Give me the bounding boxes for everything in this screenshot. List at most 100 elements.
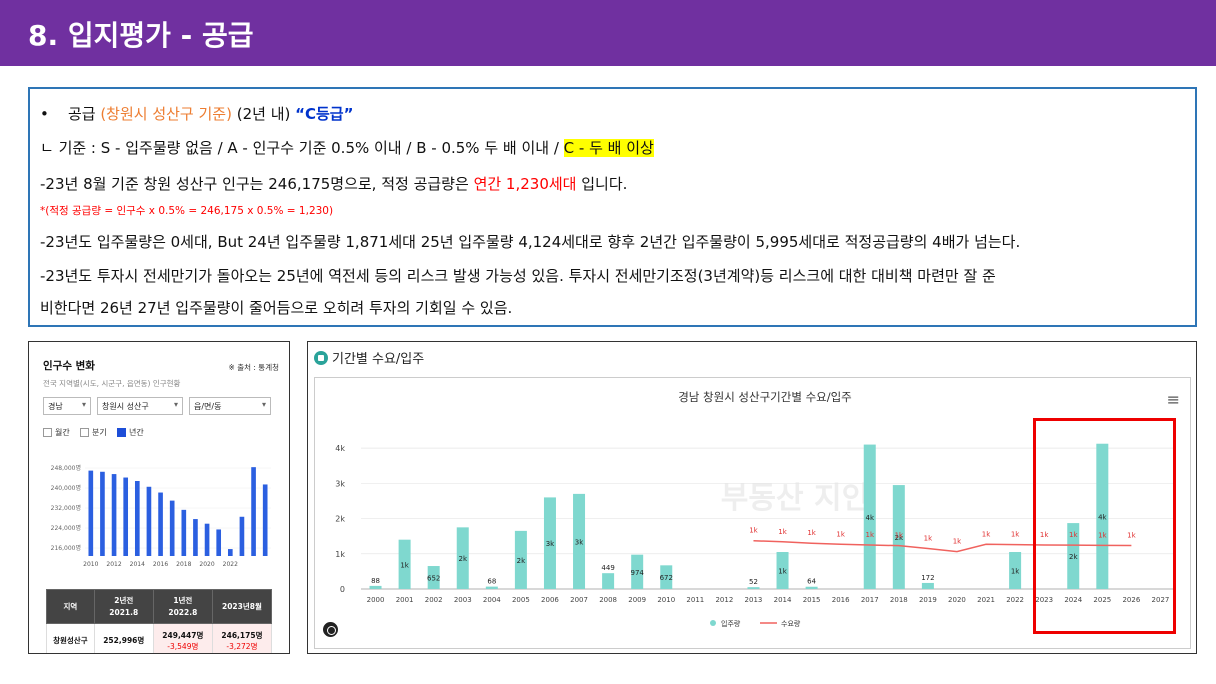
source-note: ※ 출처 : 통계청 <box>228 363 279 372</box>
bar-data-label: 1k <box>1011 568 1020 576</box>
bar-data-label: 974 <box>630 569 644 577</box>
watermark: 부동산 지인 <box>721 481 869 516</box>
chevron-down-icon: ▾ <box>173 400 178 409</box>
x-tick-label: 2022 <box>223 561 238 568</box>
x-tick-label: 2025 <box>1093 596 1111 604</box>
x-tick-label: 2009 <box>628 596 646 604</box>
x-tick-label: 2016 <box>832 596 850 604</box>
line-data-label: 1k <box>836 530 845 538</box>
line-data-label: 1k <box>749 527 758 535</box>
col-1y: 1년전 2022.8 <box>152 589 213 624</box>
summary-line-6: -23년도 투자시 전세만기가 돌아오는 25년에 역전세 등의 리스크 발생 … <box>40 267 996 285</box>
region-basis: (창원시 성산구 기준) <box>100 105 232 123</box>
bar-data-label: 652 <box>427 575 440 583</box>
legend-label[interactable]: 수요량 <box>781 620 801 628</box>
population-bar <box>134 481 140 556</box>
x-tick-label: 2020 <box>948 596 966 604</box>
monthly-label: 월간 <box>55 428 70 437</box>
x-tick-label: 2014 <box>774 596 792 604</box>
population-bar <box>123 477 129 556</box>
line-data-label: 1k <box>1098 531 1107 539</box>
x-tick-label: 2015 <box>803 596 821 604</box>
population-bar <box>111 474 117 556</box>
x-tick-label: 2012 <box>106 561 121 568</box>
cell-2y: 252,996명 <box>93 623 154 653</box>
home-icon <box>314 350 328 365</box>
page-title: 8. 입지평가 - 공급 <box>28 19 254 52</box>
x-tick-label: 2022 <box>1006 596 1024 604</box>
dong-select[interactable]: 읍/면/동 ▾ <box>189 397 271 415</box>
checkbox-icon <box>43 428 52 437</box>
x-tick-label: 2027 <box>1152 596 1170 604</box>
checkbox-checked-icon <box>117 428 126 437</box>
col-region: 지역 <box>46 589 95 624</box>
district-select-value: 창원시 성산구 <box>102 402 149 411</box>
y-tick-label: 2k <box>335 515 345 524</box>
supply-panel: 기간별 수요/입주 ≡ 경남 창원시 성산구기간별 수요/입주 부동산 지인 4k 3… <box>307 341 1197 654</box>
bar-data-label: 68 <box>487 578 496 586</box>
province-select-value: 경남 <box>48 402 63 411</box>
bullet: • <box>40 105 49 123</box>
checkbox-icon <box>80 428 89 437</box>
population-bar <box>227 549 233 556</box>
bar-data-label: 2k <box>458 555 467 563</box>
x-tick-label: 2011 <box>686 596 704 604</box>
bar-data-label: 52 <box>749 578 758 586</box>
chart-title: 경남 창원시 성산구기간별 수요/입주 <box>678 390 852 404</box>
bar-data-label: 1k <box>400 561 409 569</box>
population-chart: 248,000명 240,000명 232,000명 224,000명 216,000명… <box>51 464 271 568</box>
supply-bar <box>921 582 934 589</box>
x-tick-label: 2001 <box>396 596 414 604</box>
supply-label: 공급 <box>67 105 101 123</box>
summary-line-3: -23년 8월 기준 창원 성산구 인구는 246,175명으로, 적정 공급량… <box>40 173 627 194</box>
bar-data-label: 172 <box>921 574 934 582</box>
x-tick-label: 2010 <box>83 561 98 568</box>
cell-current: 246,175명 -3,272명 <box>211 623 273 653</box>
district-select[interactable]: 창원시 성산구 ▾ <box>97 397 183 415</box>
hamburger-menu-icon[interactable]: ≡ <box>1167 390 1180 409</box>
x-tick-label: 2019 <box>919 596 937 604</box>
legend-marker <box>710 620 716 626</box>
period-note: (2년 내) <box>231 105 296 123</box>
monthly-checkbox[interactable]: 월간 <box>43 427 70 438</box>
province-select[interactable]: 경남 ▾ <box>43 397 91 415</box>
population-bar <box>158 492 163 556</box>
bar-data-label: 4k <box>865 514 874 522</box>
x-tick-label: 2026 <box>1122 596 1140 604</box>
dong-select-value: 읍/면/동 <box>194 402 222 411</box>
yearly-checkbox[interactable]: 년간 <box>117 427 144 438</box>
population-bar <box>193 519 198 556</box>
x-tick-label: 2018 <box>176 561 191 568</box>
population-bar <box>251 467 256 556</box>
line-data-label: 1k <box>982 530 991 538</box>
cell-current-value: 246,175명 <box>221 630 263 640</box>
bar-data-label: 1k <box>778 568 787 576</box>
y-tick-label: 232,000명 <box>51 504 81 512</box>
cell-1y-diff: -3,549명 <box>167 641 199 651</box>
y-tick-label: 240,000명 <box>51 484 81 492</box>
population-bar <box>204 523 210 556</box>
x-tick-label: 2024 <box>1064 596 1082 604</box>
population-bar <box>100 471 105 556</box>
cell-current-diff: -3,272명 <box>226 641 258 651</box>
summary-line-7: 비한다면 26년 27년 입주물량이 줄어듬으로 오히려 투자의 기회일 수 있… <box>40 299 513 317</box>
x-tick-label: 2007 <box>570 596 588 604</box>
y-tick-label: 0 <box>340 585 345 594</box>
population-subtitle: 전국 지역별(시도, 시군구, 읍면동) 인구현황 <box>43 379 181 388</box>
y-tick-label: 216,000명 <box>51 544 81 552</box>
table-row: 창원성산구 252,996명 249,447명 -3,549명 246,175명 -… <box>46 623 273 653</box>
legend-label[interactable]: 입주량 <box>721 620 741 628</box>
quarterly-label: 분기 <box>92 428 107 437</box>
bar-data-label: 3k <box>575 538 584 546</box>
x-tick-label: 2023 <box>1035 596 1053 604</box>
population-bar <box>169 500 175 556</box>
population-panel: 인구수 변화 ※ 출처 : 통계청 전국 지역별(시도, 시군구, 읍면동) 인… <box>28 341 290 654</box>
bar-data-label: 2k <box>517 557 526 565</box>
bar-data-label: 2k <box>1069 553 1078 561</box>
y-tick-label: 4k <box>335 444 345 453</box>
table-header-row: 지역 2년전 2021.8 1년전 2022.8 2023년8월 <box>46 589 273 624</box>
line-data-label: 1k <box>1127 531 1136 539</box>
quarterly-checkbox[interactable]: 분기 <box>80 427 107 438</box>
population-text-end: 입니다. <box>576 175 628 193</box>
x-tick-label: 2010 <box>657 596 675 604</box>
